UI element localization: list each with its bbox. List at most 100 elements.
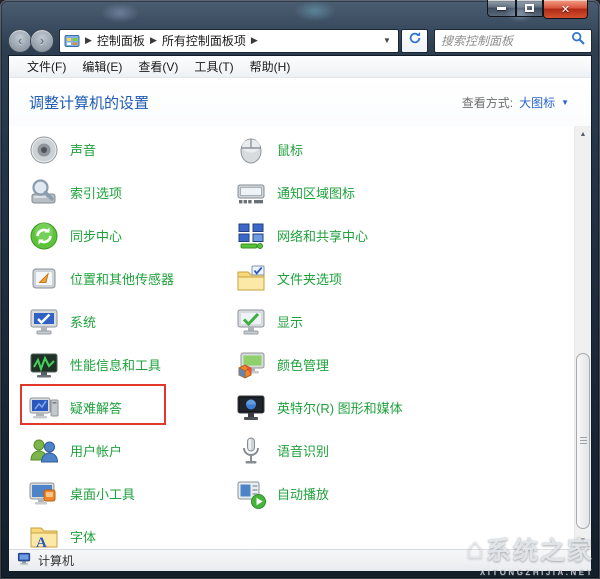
item-label: 同步中心 — [70, 229, 123, 244]
control-panel-window: ✕ ‹ › ▶ 控制面板 ▶ 所有控制面板项 ▶ ▼ 搜索控制面板 文件(F) … — [0, 0, 600, 579]
fonts-icon: A — [28, 521, 60, 550]
autoplay-icon — [235, 478, 267, 510]
troubleshooting-icon — [28, 392, 60, 424]
indexing-options-icon — [28, 177, 60, 209]
control-panel-item-sync-center[interactable]: 同步中心 — [28, 214, 174, 257]
page-header: 调整计算机的设置 查看方式: 大图标 ▼ — [9, 78, 591, 126]
control-panel-item-folder-options[interactable]: 文件夹选项 — [235, 257, 403, 300]
item-label: 语音识别 — [277, 444, 330, 459]
minimize-button[interactable] — [487, 0, 516, 17]
items-column-left: 声音索引选项同步中心位置和其他传感器 系统性能信息和工具 疑难解答用户帐户桌面小工具… — [28, 128, 174, 549]
speech-recognition-icon — [235, 435, 267, 467]
control-panel-items: 声音索引选项同步中心位置和其他传感器 系统性能信息和工具 疑难解答用户帐户桌面小工具… — [9, 126, 591, 549]
display-icon — [235, 306, 267, 338]
control-panel-item-sound[interactable]: 声音 — [28, 128, 174, 171]
item-label: 自动播放 — [277, 487, 330, 502]
control-panel-item-notification-area[interactable]: 通知区域图标 — [235, 171, 403, 214]
maximize-button[interactable] — [516, 0, 543, 17]
items-column-right: 鼠标通知区域图标 网络和共享中心 文件夹选项显示颜色管理英特尔(R) 图形和媒体 语音… — [235, 128, 403, 515]
menu-help[interactable]: 帮助(H) — [242, 56, 299, 77]
view-by-control: 查看方式: 大图标 ▼ — [462, 94, 569, 111]
close-button[interactable]: ✕ — [543, 0, 588, 19]
svg-text:A: A — [36, 535, 47, 550]
control-panel-item-mouse[interactable]: 鼠标 — [235, 128, 403, 171]
address-bar[interactable]: ▶ 控制面板 ▶ 所有控制面板项 ▶ ▼ — [59, 28, 399, 53]
navigation-bar: ‹ › ▶ 控制面板 ▶ 所有控制面板项 ▶ ▼ — [8, 26, 592, 55]
scrollbar-grip-icon — [579, 437, 587, 445]
intel-graphics-icon — [235, 392, 267, 424]
user-accounts-icon — [28, 435, 60, 467]
status-label: 计算机 — [38, 554, 75, 568]
item-label: 颜色管理 — [277, 358, 330, 373]
control-panel-item-autoplay[interactable]: 自动播放 — [235, 472, 403, 515]
network-sharing-icon — [235, 220, 267, 252]
control-panel-item-troubleshooting[interactable]: 疑难解答 — [28, 386, 174, 429]
control-panel-item-display[interactable]: 显示 — [235, 300, 403, 343]
breadcrumb-all-items[interactable]: 所有控制面板项 — [162, 32, 246, 49]
control-panel-item-network-sharing[interactable]: 网络和共享中心 — [235, 214, 403, 257]
menu-view[interactable]: 查看(V) — [130, 56, 186, 77]
menu-edit[interactable]: 编辑(E) — [74, 56, 130, 77]
notification-area-icon — [235, 177, 267, 209]
item-label: 字体 — [70, 530, 97, 545]
page-title: 调整计算机的设置 — [29, 94, 150, 112]
menu-file[interactable]: 文件(F) — [19, 56, 74, 77]
client-area: 文件(F) 编辑(E) 查看(V) 工具(T) 帮助(H) 调整计算机的设置 查… — [8, 55, 592, 572]
item-label: 用户帐户 — [70, 444, 123, 459]
folder-options-icon — [235, 263, 267, 295]
item-label: 文件夹选项 — [277, 272, 343, 287]
view-by-label: 查看方式: — [461, 95, 514, 110]
system-icon — [28, 306, 60, 338]
color-management-icon — [235, 349, 267, 381]
window-controls: ✕ — [487, 0, 588, 19]
refresh-icon — [408, 31, 422, 50]
control-panel-icon — [64, 33, 80, 49]
breadcrumb-control-panel[interactable]: 控制面板 — [97, 32, 145, 49]
item-label: 声音 — [70, 143, 97, 158]
control-panel-item-system[interactable]: 系统 — [28, 300, 174, 343]
location-sensors-icon — [28, 263, 60, 295]
scrollbar-thumb[interactable] — [576, 353, 590, 529]
item-label: 索引选项 — [70, 186, 123, 201]
address-dropdown-icon[interactable]: ▼ — [378, 36, 396, 45]
item-label: 位置和其他传感器 — [70, 272, 175, 287]
control-panel-item-user-accounts[interactable]: 用户帐户 — [28, 429, 174, 472]
maximize-icon — [525, 4, 534, 12]
control-panel-item-location-sensors[interactable]: 位置和其他传感器 — [28, 257, 174, 300]
item-label: 系统 — [70, 315, 97, 330]
item-label: 疑难解答 — [70, 401, 123, 416]
control-panel-item-indexing-options[interactable]: 索引选项 — [28, 171, 174, 214]
forward-button[interactable]: › — [30, 28, 54, 53]
forward-arrow-icon: › — [39, 33, 45, 48]
search-input[interactable] — [441, 33, 571, 48]
vertical-scrollbar[interactable]: ▲ ▼ — [574, 126, 591, 549]
minimize-icon — [497, 6, 506, 10]
control-panel-item-desktop-gadgets[interactable]: 桌面小工具 — [28, 472, 174, 515]
item-label: 网络和共享中心 — [277, 229, 369, 244]
desktop-gadgets-icon — [28, 478, 60, 510]
item-label: 性能信息和工具 — [70, 358, 162, 373]
back-arrow-icon: ‹ — [17, 33, 23, 48]
menu-tools[interactable]: 工具(T) — [186, 56, 241, 77]
control-panel-item-intel-graphics[interactable]: 英特尔(R) 图形和媒体 — [235, 386, 403, 429]
item-label: 英特尔(R) 图形和媒体 — [277, 401, 403, 416]
control-panel-item-fonts[interactable]: A 字体 — [28, 515, 174, 549]
status-bar: 计算机 — [9, 549, 591, 571]
scroll-up-icon[interactable]: ▲ — [575, 126, 591, 143]
menu-bar: 文件(F) 编辑(E) 查看(V) 工具(T) 帮助(H) — [9, 56, 591, 78]
item-label: 通知区域图标 — [277, 186, 356, 201]
view-by-value[interactable]: 大图标 — [519, 94, 555, 111]
sync-center-icon — [28, 220, 60, 252]
breadcrumb-arrow-icon: ▶ — [85, 35, 92, 45]
search-box — [434, 28, 592, 53]
control-panel-item-color-management[interactable]: 颜色管理 — [235, 343, 403, 386]
performance-tools-icon — [28, 349, 60, 381]
scroll-down-icon[interactable]: ▼ — [575, 532, 591, 549]
item-label: 桌面小工具 — [70, 487, 136, 502]
control-panel-item-speech-recognition[interactable]: 语音识别 — [235, 429, 403, 472]
chevron-down-icon[interactable]: ▼ — [561, 98, 569, 107]
back-button[interactable]: ‹ — [8, 28, 32, 53]
control-panel-item-performance-tools[interactable]: 性能信息和工具 — [28, 343, 174, 386]
refresh-button[interactable] — [401, 28, 428, 53]
search-icon[interactable] — [571, 31, 585, 50]
